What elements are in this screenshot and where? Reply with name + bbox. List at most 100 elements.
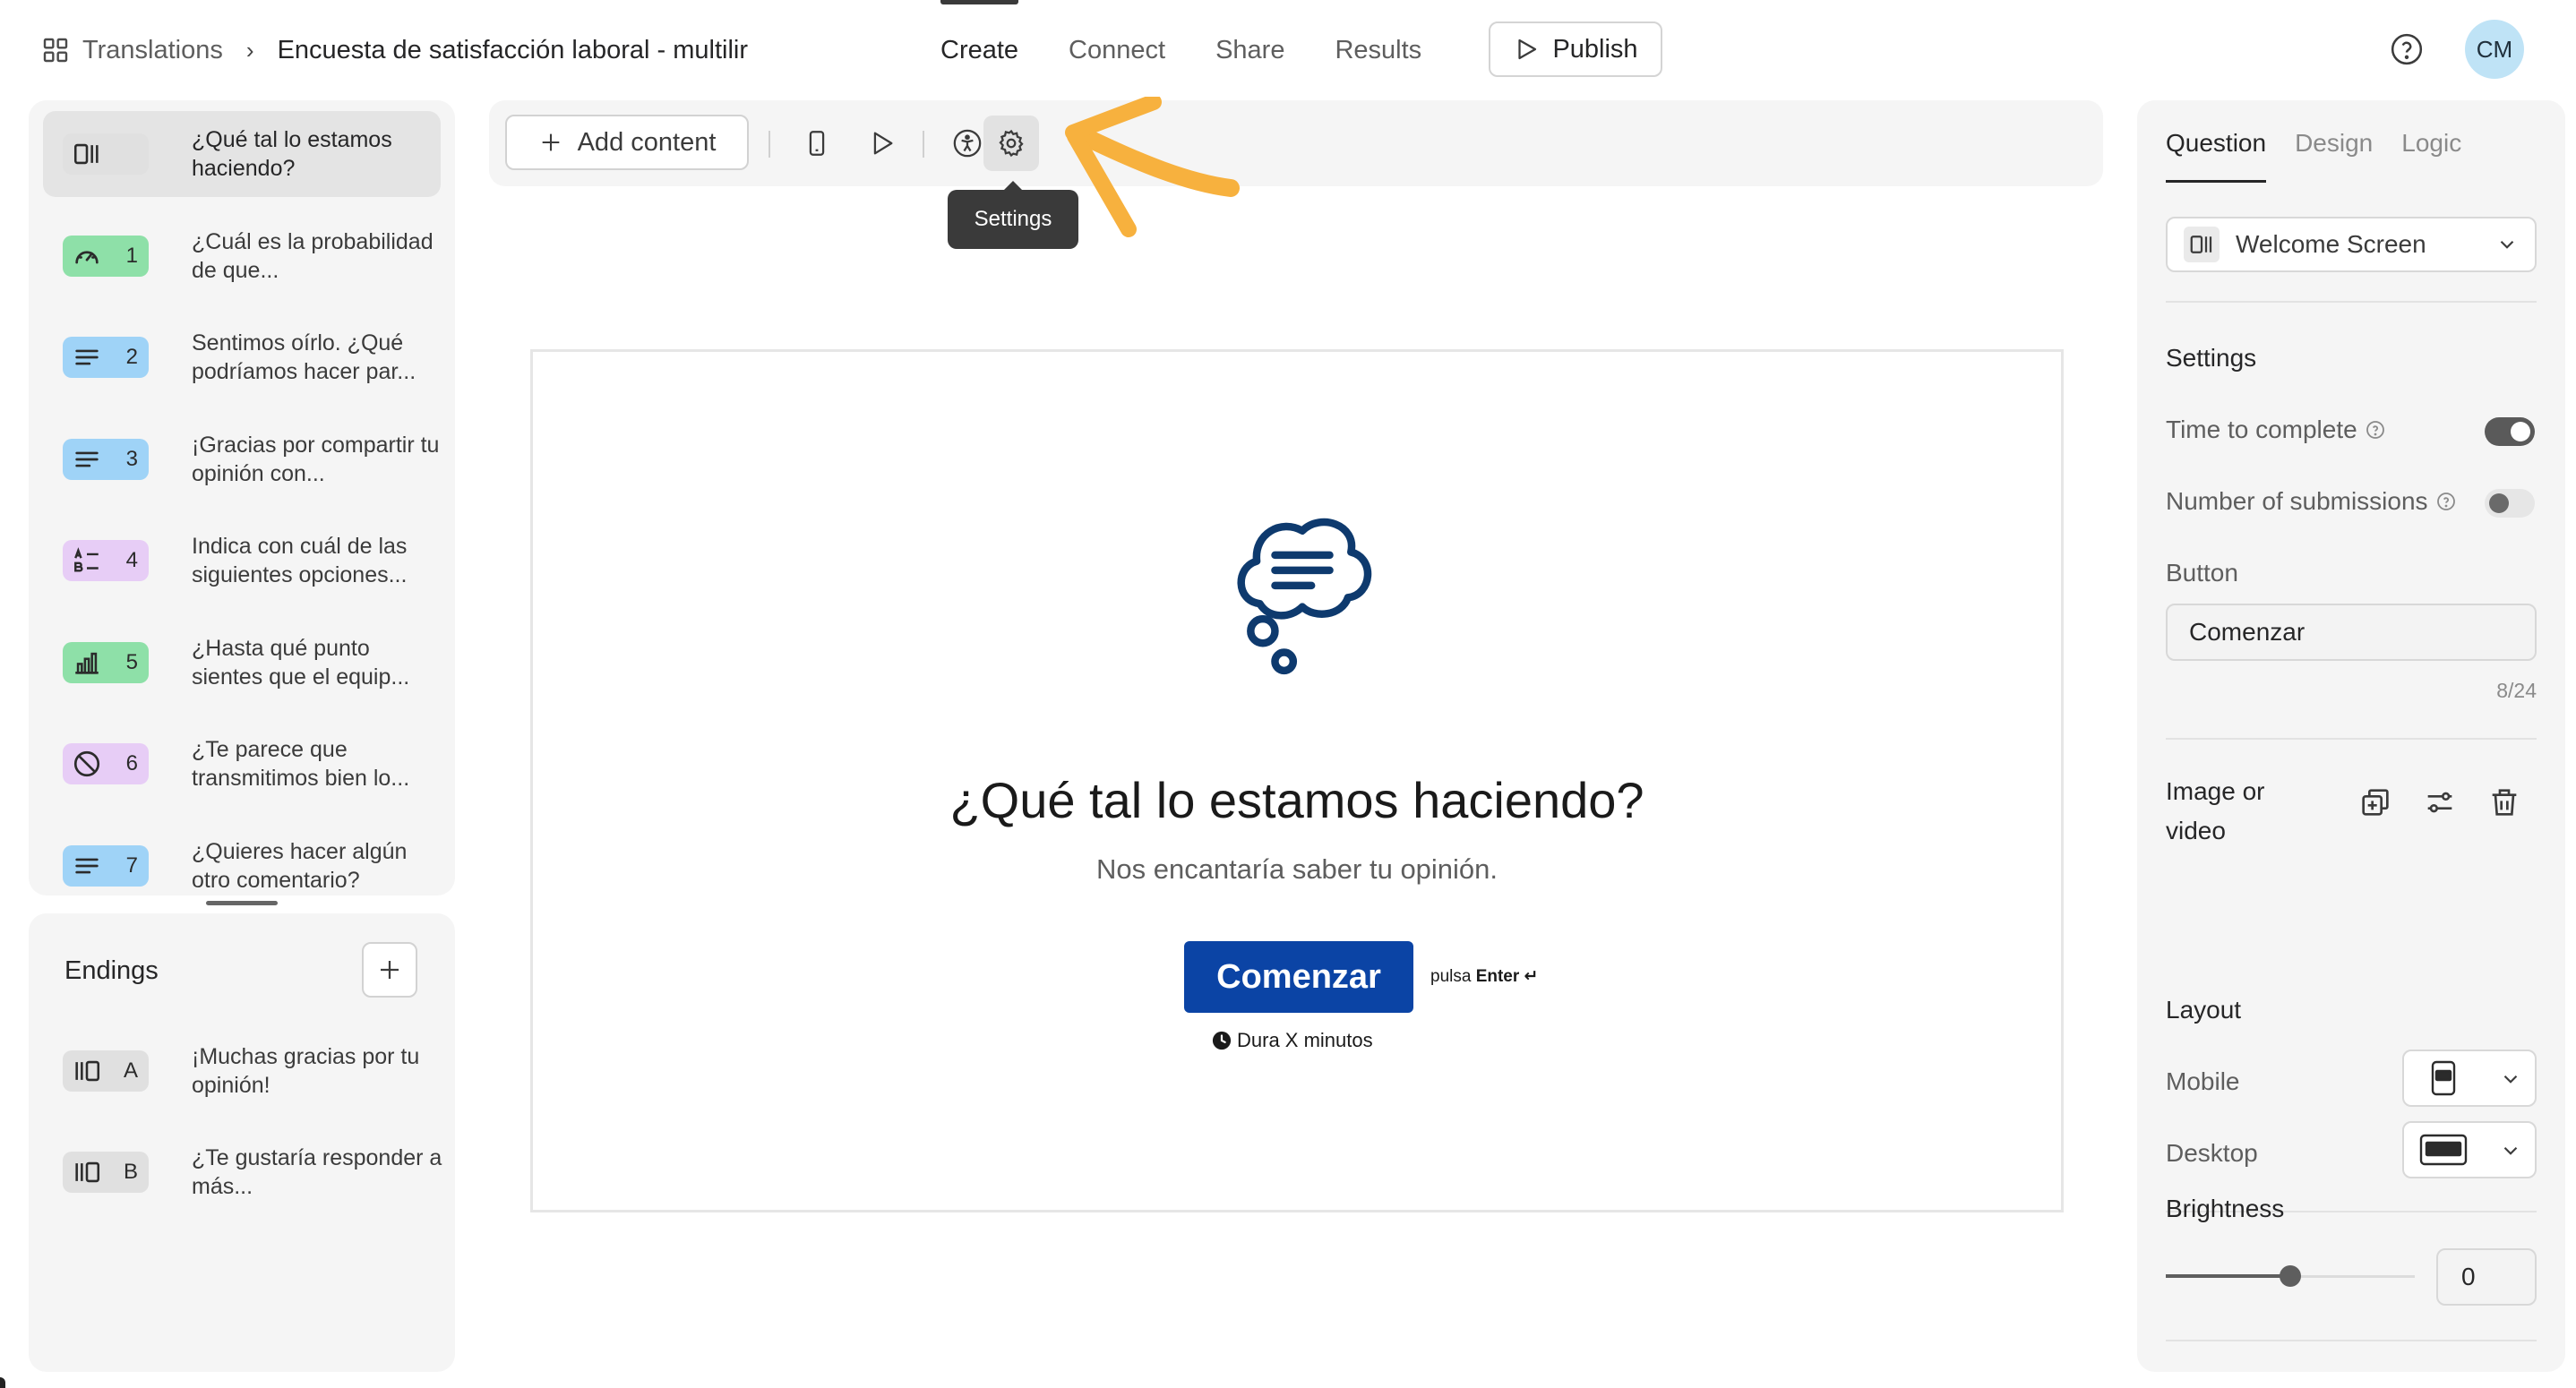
- submissions-text: Number of submissions: [2166, 487, 2428, 515]
- multiple-choice-icon: [72, 545, 102, 576]
- trash-icon: [2492, 789, 2517, 816]
- tab-create[interactable]: Create: [940, 0, 1019, 100]
- ending-badge: A: [63, 1050, 149, 1092]
- publish-button[interactable]: Publish: [1489, 21, 1662, 77]
- question-item[interactable]: 7 ¿Quieres hacer algún otro comentario?: [43, 823, 441, 909]
- question-item[interactable]: ¿Qué tal lo estamos haciendo?: [43, 111, 441, 197]
- resize-handle[interactable]: [206, 901, 278, 905]
- mobile-layout-select[interactable]: [2402, 1050, 2537, 1107]
- chevron-down-icon: [2503, 1146, 2518, 1155]
- plus-icon: [381, 961, 399, 979]
- welcome-subtitle: Nos encantaría saber tu opinión.: [1095, 853, 1498, 885]
- tab-question[interactable]: Question: [2166, 129, 2267, 183]
- time-to-complete-toggle[interactable]: [2485, 417, 2535, 446]
- settings-tooltip: Settings: [948, 181, 1078, 249]
- add-content-button[interactable]: Add content: [505, 115, 749, 170]
- media-delete-button[interactable]: [2486, 784, 2522, 820]
- start-button[interactable]: Comenzar: [1184, 941, 1413, 1013]
- press-hint-key: Enter ↵: [1475, 967, 1539, 986]
- clock-icon: [1212, 1031, 1232, 1050]
- question-number: 2: [125, 345, 138, 369]
- chevron-down-icon: [2500, 240, 2514, 249]
- rating-bars-icon: [72, 647, 102, 678]
- button-text-input[interactable]: [2166, 604, 2537, 661]
- tab-connect[interactable]: Connect: [1069, 0, 1165, 100]
- long-text-icon: [72, 444, 102, 475]
- question-text: ¿Quieres hacer algún otro comentario?: [192, 838, 408, 893]
- ending-text: ¿Te gustaría responder a más...: [192, 1145, 442, 1199]
- accessibility-button[interactable]: [946, 122, 989, 165]
- help-icon[interactable]: [2390, 32, 2424, 66]
- accessibility-icon: [953, 129, 982, 158]
- question-item[interactable]: 6 ¿Te parece que transmitimos bien lo...: [43, 721, 441, 807]
- app-window: Translations › Encuesta de satisfacción …: [0, 0, 2576, 1388]
- question-item[interactable]: 5 ¿Hasta qué punto sientes que el equip..…: [43, 620, 441, 706]
- section-divider: [2166, 738, 2537, 740]
- info-icon[interactable]: [2435, 491, 2457, 512]
- question-number: 4: [125, 548, 138, 572]
- publish-label: Publish: [1552, 34, 1638, 64]
- gear-icon: [999, 129, 1024, 158]
- toolbar-divider: [923, 131, 924, 158]
- tab-share[interactable]: Share: [1215, 0, 1284, 100]
- ending-badge: B: [63, 1152, 149, 1193]
- question-badge: 1: [63, 235, 149, 277]
- tab-logic[interactable]: Logic: [2401, 129, 2461, 183]
- endings-heading: Endings: [64, 956, 159, 985]
- button-heading: Button: [2166, 559, 2238, 587]
- question-number: 6: [125, 751, 138, 775]
- question-text: ¿Cuál es la probabilidad de que...: [192, 228, 434, 283]
- sliders-icon: [2427, 792, 2452, 813]
- question-type-select[interactable]: Welcome Screen: [2166, 217, 2537, 272]
- press-hint-prefix: pulsa: [1430, 967, 1472, 986]
- question-badge: 4: [63, 540, 149, 581]
- desktop-layout-select[interactable]: [2402, 1121, 2537, 1178]
- plus-icon: [542, 133, 559, 151]
- breadcrumb: Translations › Encuesta de satisfacción …: [41, 30, 748, 70]
- settings-button[interactable]: [983, 116, 1039, 171]
- ending-item[interactable]: A ¡Muchas gracias por tu opinión!: [43, 1028, 441, 1114]
- play-icon: [1518, 39, 1537, 60]
- time-to-complete-label: Time to complete: [2166, 416, 2386, 444]
- number-of-submissions-toggle[interactable]: [2485, 489, 2535, 518]
- welcome-screen-icon: [72, 139, 102, 169]
- tab-design[interactable]: Design: [2295, 129, 2373, 183]
- image-or-video-heading: Image or video: [2166, 777, 2265, 844]
- endings-panel: Endings A ¡Muchas gracias por tu opinión!…: [29, 913, 455, 1372]
- user-avatar[interactable]: CM: [2465, 20, 2524, 79]
- number-of-submissions-label: Number of submissions: [2166, 487, 2457, 516]
- press-enter-hint: pulsa Enter ↵: [1430, 966, 1538, 987]
- properties-panel: Question Design Logic Welcome Screen Set…: [2137, 100, 2565, 1372]
- question-item[interactable]: 1 ¿Cuál es la probabilidad de que...: [43, 213, 441, 299]
- question-item[interactable]: 3 ¡Gracias por compartir tu opinión con..…: [43, 416, 441, 502]
- question-item[interactable]: 4 Indica con cuál de las siguientes opcio…: [43, 518, 441, 604]
- ending-item[interactable]: B ¿Te gustaría responder a más...: [43, 1129, 442, 1215]
- grid-icon[interactable]: [41, 36, 70, 64]
- question-badge: [63, 133, 149, 175]
- question-badge: 7: [63, 844, 149, 887]
- add-ending-button[interactable]: [362, 942, 417, 998]
- desktop-layout-icon: [2419, 1134, 2468, 1166]
- question-number: 3: [125, 446, 138, 471]
- question-item[interactable]: 2 Sentimos oírlo. ¿Qué podríamos hacer pa…: [43, 314, 441, 400]
- gallery-icon: [2362, 789, 2389, 816]
- breadcrumb-root-link[interactable]: Translations: [82, 36, 223, 65]
- time-to-complete-text: Time to complete: [2166, 416, 2357, 443]
- brightness-input[interactable]: [2436, 1248, 2537, 1306]
- media-adjust-button[interactable]: [2422, 784, 2458, 820]
- info-icon[interactable]: [2365, 419, 2386, 441]
- brightness-slider-fill: [2166, 1274, 2290, 1278]
- tab-results[interactable]: Results: [1335, 0, 1421, 100]
- preview-play-button[interactable]: [860, 122, 903, 165]
- form-title[interactable]: Encuesta de satisfacción laboral - multi…: [278, 36, 748, 65]
- media-gallery-button[interactable]: [2357, 784, 2393, 820]
- arrow-annotation: [1065, 97, 1240, 237]
- long-text-icon: [72, 342, 102, 373]
- window-corner: [0, 1377, 5, 1388]
- mobile-preview-button[interactable]: [795, 122, 838, 165]
- brightness-slider-thumb[interactable]: [2280, 1265, 2301, 1287]
- question-text: ¡Gracias por compartir tu opinión con...: [192, 432, 440, 486]
- question-text: Indica con cuál de las siguientes opcion…: [192, 534, 408, 587]
- mobile-layout-icon: [2431, 1060, 2456, 1096]
- thought-bubble-icon: [1237, 518, 1372, 675]
